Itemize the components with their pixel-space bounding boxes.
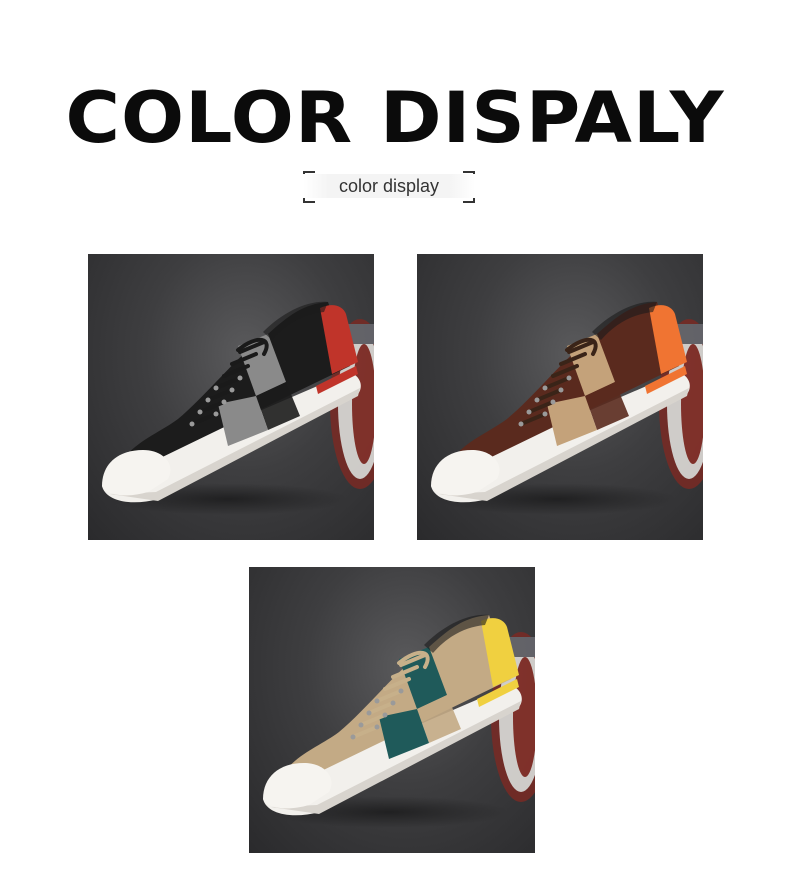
page-subtitle: color display — [303, 174, 475, 198]
sneaker-illustration — [431, 301, 703, 515]
subtitle-frame: color display — [303, 171, 475, 203]
product-photo-brown[interactable] — [417, 254, 703, 540]
sneaker-illustration — [102, 301, 374, 515]
product-photo-black[interactable] — [88, 254, 374, 540]
sneaker-illustration — [263, 614, 535, 828]
page-title: COLOR DISPALY — [65, 77, 725, 159]
product-photo-khaki[interactable] — [249, 567, 535, 853]
